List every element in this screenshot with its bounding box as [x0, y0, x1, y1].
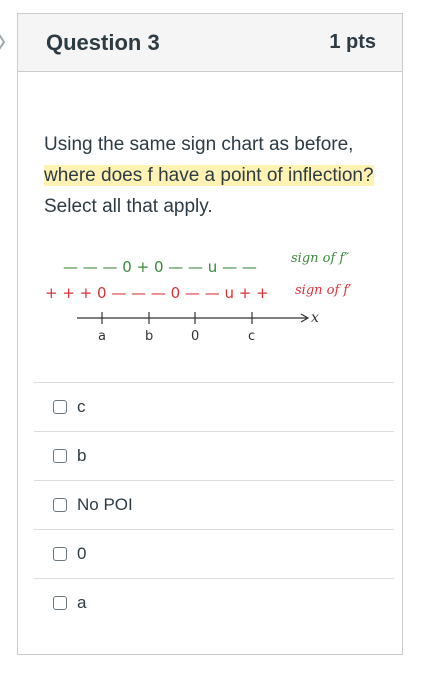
question-card: Question 3 1 pts Using the same sign cha… [17, 13, 403, 655]
question-text: Using the same sign chart as before, whe… [44, 129, 384, 222]
tick-label-0: 0 [191, 329, 199, 342]
answer-label: 0 [77, 544, 87, 563]
checkbox[interactable] [53, 449, 67, 463]
chevron-right-icon[interactable] [0, 28, 8, 56]
question-text-part1: Using the same sign chart as before, [44, 134, 354, 155]
answer-option-b[interactable]: b [34, 431, 394, 480]
row1-label: sign of f″ [291, 251, 349, 266]
answer-list: c b No POI 0 a [34, 382, 394, 627]
tick-label-c: c [248, 329, 255, 342]
answer-option-a[interactable]: a [34, 578, 394, 627]
tick-label-a: a [98, 329, 106, 342]
question-text-highlight: where does f have a point of inflection? [44, 165, 374, 186]
answer-label: c [77, 397, 86, 416]
answer-label: No POI [77, 495, 133, 514]
sign-chart-image: — — — 0 + 0 — — u — — sign of f″ + + + 0… [45, 251, 351, 342]
checkbox[interactable] [53, 498, 67, 512]
answer-option-c[interactable]: c [34, 382, 394, 431]
row2-signs: + + + 0 — — — 0 — — u + + [45, 284, 269, 302]
answer-option-0[interactable]: 0 [34, 529, 394, 578]
question-text-part2: Select all that apply. [44, 196, 213, 217]
row1-signs: — — — 0 + 0 — — u — — [63, 258, 257, 276]
tick-label-b: b [145, 329, 153, 342]
checkbox[interactable] [53, 400, 67, 414]
answer-option-no-poi[interactable]: No POI [34, 480, 394, 529]
question-title: Question 3 [46, 29, 160, 55]
axis-label: x [311, 310, 319, 326]
answer-label: a [77, 593, 87, 612]
row2-label: sign of f′ [295, 283, 351, 298]
question-body: Using the same sign chart as before, whe… [18, 129, 402, 342]
question-header: Question 3 1 pts [18, 14, 402, 72]
checkbox[interactable] [53, 547, 67, 561]
answer-label: b [77, 446, 87, 465]
question-points: 1 pts [329, 31, 376, 53]
checkbox[interactable] [53, 596, 67, 610]
